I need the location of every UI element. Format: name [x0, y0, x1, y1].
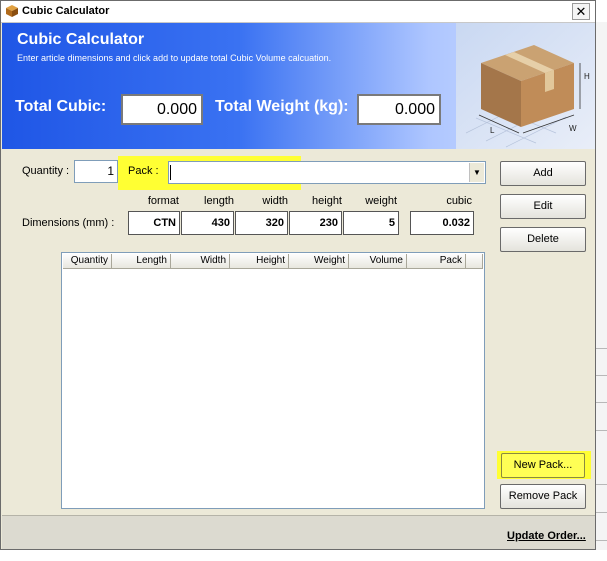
cubic-value: 0.032	[410, 211, 474, 235]
list-column-length[interactable]: Length	[112, 254, 171, 269]
quantity-label: Quantity :	[22, 165, 70, 177]
text-cursor	[170, 165, 171, 180]
add-button[interactable]: Add	[500, 161, 586, 186]
title-bar: Cubic Calculator ✕	[1, 1, 595, 23]
header-banner: Cubic Calculator Enter article dimension…	[2, 23, 595, 149]
new-pack-button[interactable]: New Pack...	[501, 453, 585, 478]
weight-input[interactable]: 5	[343, 211, 399, 235]
delete-button[interactable]: Delete	[500, 227, 586, 252]
list-column-filler	[466, 254, 483, 269]
bottom-bar: Update Order...	[2, 515, 595, 549]
dimensions-label: Dimensions (mm) :	[22, 217, 115, 229]
list-column-pack[interactable]: Pack	[407, 254, 466, 269]
quantity-input[interactable]: 1	[74, 160, 118, 183]
width-input[interactable]: 320	[235, 211, 288, 235]
format-column-label: format	[147, 195, 179, 207]
header-title: Cubic Calculator	[17, 31, 145, 48]
pack-combobox[interactable]: ▼	[168, 161, 486, 184]
close-button[interactable]: ✕	[572, 3, 590, 20]
total-weight-value: 0.000	[357, 94, 441, 125]
app-box-icon	[6, 5, 18, 17]
height-column-label: height	[312, 195, 342, 207]
list-column-height[interactable]: Height	[230, 254, 289, 269]
window-title: Cubic Calculator	[22, 5, 110, 17]
list-column-width[interactable]: Width	[171, 254, 230, 269]
pack-label: Pack :	[128, 165, 159, 177]
length-dimension-label: L	[490, 126, 495, 135]
total-cubic-value: 0.000	[121, 94, 203, 125]
cubic-calculator-dialog: Cubic Calculator ✕ Cubic Calculator Ente…	[0, 0, 596, 550]
list-header: Quantity Length Width Height Weight Volu…	[63, 254, 483, 269]
chevron-down-icon[interactable]: ▼	[469, 163, 484, 182]
length-input[interactable]: 430	[181, 211, 234, 235]
list-column-weight[interactable]: Weight	[289, 254, 349, 269]
width-column-label: width	[262, 195, 288, 207]
cubic-column-label: cubic	[446, 195, 472, 207]
list-column-quantity[interactable]: Quantity	[63, 254, 112, 269]
background-window-bottom	[0, 550, 607, 561]
width-dimension-label: W	[569, 124, 577, 133]
total-weight-label: Total Weight (kg):	[215, 98, 349, 115]
remove-pack-button[interactable]: Remove Pack	[500, 484, 586, 509]
update-order-link[interactable]: Update Order...	[507, 530, 586, 542]
list-column-volume[interactable]: Volume	[349, 254, 407, 269]
length-column-label: length	[204, 195, 234, 207]
cardboard-box-icon: L W H	[456, 23, 595, 149]
header-subtitle: Enter article dimensions and click add t…	[17, 53, 332, 63]
height-input[interactable]: 230	[289, 211, 342, 235]
height-dimension-label: H	[584, 72, 590, 81]
weight-column-label: weight	[365, 195, 397, 207]
article-list[interactable]: Quantity Length Width Height Weight Volu…	[61, 252, 485, 509]
total-cubic-label: Total Cubic:	[15, 98, 107, 115]
edit-button[interactable]: Edit	[500, 194, 586, 219]
format-input[interactable]: CTN	[128, 211, 180, 235]
